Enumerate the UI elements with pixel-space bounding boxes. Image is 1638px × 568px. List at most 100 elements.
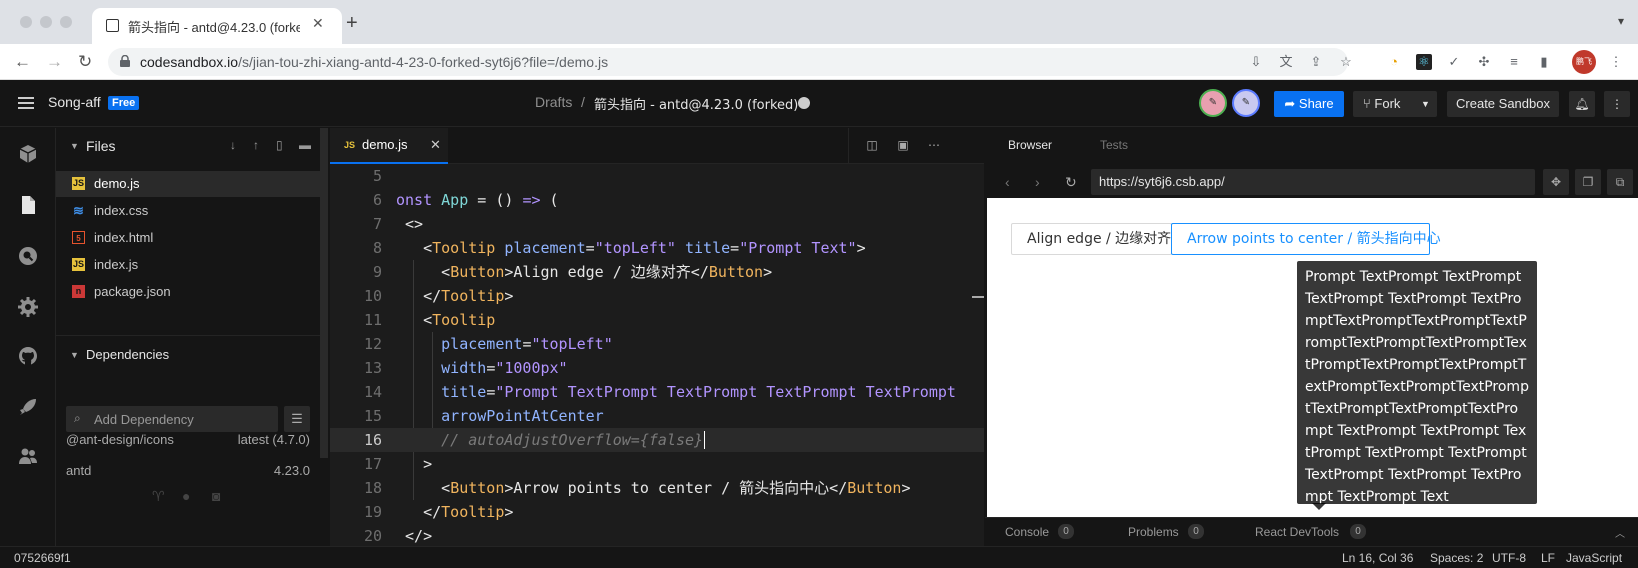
- cube-icon[interactable]: [18, 144, 38, 164]
- language-mode[interactable]: JavaScript: [1566, 551, 1622, 565]
- collaborator-avatar[interactable]: ✎: [1199, 89, 1227, 117]
- back-chevron-icon[interactable]: ‹: [1005, 174, 1010, 190]
- window-zoom-dot[interactable]: [60, 16, 72, 28]
- gear-icon[interactable]: [18, 297, 38, 317]
- cursor-position[interactable]: Ln 16, Col 36: [1342, 551, 1413, 565]
- team-icon[interactable]: [18, 446, 38, 466]
- open-window-icon[interactable]: ⧉: [1607, 169, 1633, 195]
- tab-browser[interactable]: Browser: [1008, 138, 1052, 152]
- preview-icon[interactable]: ▣: [895, 138, 911, 154]
- twitter-icon[interactable]: ♈︎: [152, 488, 165, 505]
- section-divider: [56, 335, 322, 336]
- files-icon[interactable]: [18, 195, 38, 215]
- chevron-up-icon[interactable]: ︿: [1615, 525, 1625, 540]
- editor-tab-bar: JS demo.js ✕ ◫ ▣ ⋯: [330, 128, 984, 164]
- tab-tests[interactable]: Tests: [1100, 138, 1128, 152]
- console-tab[interactable]: Console: [1005, 525, 1049, 539]
- split-view-icon[interactable]: ◫: [864, 138, 880, 154]
- window-minimize-dot[interactable]: [40, 16, 52, 28]
- notification-bell-icon[interactable]: 🔔︎: [1569, 91, 1595, 117]
- puzzle-extensions-icon[interactable]: ✣: [1476, 54, 1492, 70]
- forward-chevron-icon[interactable]: ›: [1035, 174, 1040, 190]
- problems-tab[interactable]: Problems: [1128, 525, 1179, 539]
- tab-close-icon[interactable]: ✕: [312, 15, 324, 32]
- sidebar-scrollbar[interactable]: [320, 128, 328, 458]
- new-file-icon[interactable]: ▯: [276, 138, 283, 152]
- reload-icon[interactable]: ↻: [78, 52, 92, 72]
- encoding[interactable]: UTF-8: [1492, 551, 1526, 565]
- github-icon[interactable]: ●: [182, 488, 190, 504]
- rocket-icon[interactable]: [18, 397, 38, 417]
- collapse-triangle-icon[interactable]: ▼: [70, 141, 79, 151]
- dependency-list-icon[interactable]: ☰: [284, 406, 310, 432]
- file-item-index-js[interactable]: JS index.js: [56, 252, 322, 278]
- commit-hash[interactable]: 0752669f1: [14, 551, 71, 565]
- dependency-version[interactable]: 4.23.0: [274, 463, 310, 478]
- reading-list-icon[interactable]: ≡: [1506, 54, 1522, 70]
- dependencies-section-header[interactable]: ▼ Dependencies: [56, 337, 322, 373]
- tab-search-chevron-icon[interactable]: ▾: [1618, 14, 1624, 28]
- code-line-current: 16 // autoAdjustOverflow={false}: [330, 428, 984, 452]
- browser-tab-active[interactable]: 箭头指向 - antd@4.23.0 (forked) ✕: [92, 8, 342, 44]
- chevron-down-icon[interactable]: ▼: [1421, 91, 1430, 117]
- align-edge-button[interactable]: Align edge / 边缘对齐: [1011, 223, 1172, 255]
- close-icon[interactable]: ✕: [430, 137, 441, 153]
- copy-icon[interactable]: ❐: [1575, 169, 1601, 195]
- more-options-icon[interactable]: ⋮: [1604, 91, 1630, 117]
- file-item-index-html[interactable]: 5 index.html: [56, 225, 322, 251]
- preview-iframe[interactable]: Align edge / 边缘对齐 Arrow points to center…: [987, 198, 1638, 517]
- translate-icon[interactable]: 文: [1278, 54, 1294, 70]
- share-label: Share: [1298, 96, 1334, 111]
- address-bar[interactable]: codesandbox.io/s/jian-tou-zhi-xiang-antd…: [108, 48, 1348, 76]
- extension-badge-icon[interactable]: ◔: [1386, 54, 1402, 70]
- back-arrow-icon[interactable]: ←: [14, 52, 31, 72]
- arrow-center-button[interactable]: Arrow points to center / 箭头指向中心: [1171, 223, 1441, 255]
- menu-icon[interactable]: [18, 97, 34, 109]
- install-icon[interactable]: ⇩: [1248, 54, 1264, 70]
- share-button[interactable]: ➦ Share: [1274, 91, 1344, 117]
- code-area[interactable]: 5 6 onst App = () => ( 7 <> 8 <Tooltip pl…: [330, 164, 984, 546]
- dependency-row[interactable]: antd 4.23.0: [66, 463, 310, 478]
- workspace-user[interactable]: Song-aff: [48, 94, 101, 110]
- browser-menu-icon[interactable]: ⋮: [1608, 54, 1624, 70]
- file-item-demo-js[interactable]: JS demo.js: [56, 171, 322, 197]
- line-ending[interactable]: LF: [1541, 551, 1555, 565]
- extension-check-icon[interactable]: ✓: [1446, 54, 1462, 70]
- move-icon[interactable]: ✥: [1543, 169, 1569, 195]
- create-sandbox-button[interactable]: Create Sandbox: [1447, 91, 1559, 117]
- profile-avatar[interactable]: 鹏飞: [1572, 50, 1596, 74]
- indentation[interactable]: Spaces: 2: [1430, 551, 1483, 565]
- file-item-package-json[interactable]: n package.json: [56, 279, 322, 305]
- search-icon[interactable]: [18, 246, 38, 266]
- editor-tab-demo-js[interactable]: JS demo.js ✕: [330, 128, 448, 164]
- add-dependency-field[interactable]: ⌕: [66, 406, 278, 432]
- github-icon[interactable]: [18, 346, 38, 366]
- refresh-icon[interactable]: ↻: [1065, 174, 1077, 191]
- files-section-header[interactable]: ▼ Files ↓ ↑ ▯ ▬: [56, 128, 322, 164]
- dependency-row[interactable]: @ant-design/icons latest (4.7.0): [66, 432, 310, 447]
- collapse-triangle-icon[interactable]: ▼: [70, 350, 79, 360]
- new-tab-icon[interactable]: +: [346, 12, 358, 35]
- add-dependency-input[interactable]: [94, 406, 274, 432]
- breadcrumb-drafts[interactable]: Drafts: [535, 94, 572, 110]
- discord-icon[interactable]: ◙: [212, 488, 220, 504]
- dependencies-title: Dependencies: [86, 347, 170, 362]
- react-devtools-tab[interactable]: React DevTools: [1255, 525, 1339, 539]
- new-folder-icon[interactable]: ▬: [299, 138, 311, 152]
- preview-url-field[interactable]: https://syt6j6.csb.app/: [1091, 169, 1535, 195]
- window-close-dot[interactable]: [20, 16, 32, 28]
- share-page-icon[interactable]: ⇪: [1308, 54, 1324, 70]
- collaborator-avatar[interactable]: ✎: [1232, 89, 1260, 117]
- react-devtools-icon[interactable]: ⚛: [1416, 54, 1432, 70]
- fork-button[interactable]: ⑂ Fork ▼: [1353, 91, 1437, 117]
- upload-icon[interactable]: ↑: [253, 138, 259, 152]
- file-item-index-css[interactable]: ≋ index.css: [56, 198, 322, 224]
- dependency-version[interactable]: latest (4.7.0): [238, 432, 310, 447]
- forward-arrow-icon[interactable]: →: [46, 52, 63, 72]
- bookmark-star-icon[interactable]: ☆: [1338, 54, 1354, 70]
- side-panel-icon[interactable]: ▮: [1536, 54, 1552, 70]
- download-icon[interactable]: ↓: [230, 138, 236, 152]
- sandbox-title[interactable]: 箭头指向 - antd@4.23.0 (forked): [594, 94, 798, 113]
- more-horizontal-icon[interactable]: ⋯: [926, 138, 942, 154]
- fork-label: Fork: [1374, 96, 1401, 111]
